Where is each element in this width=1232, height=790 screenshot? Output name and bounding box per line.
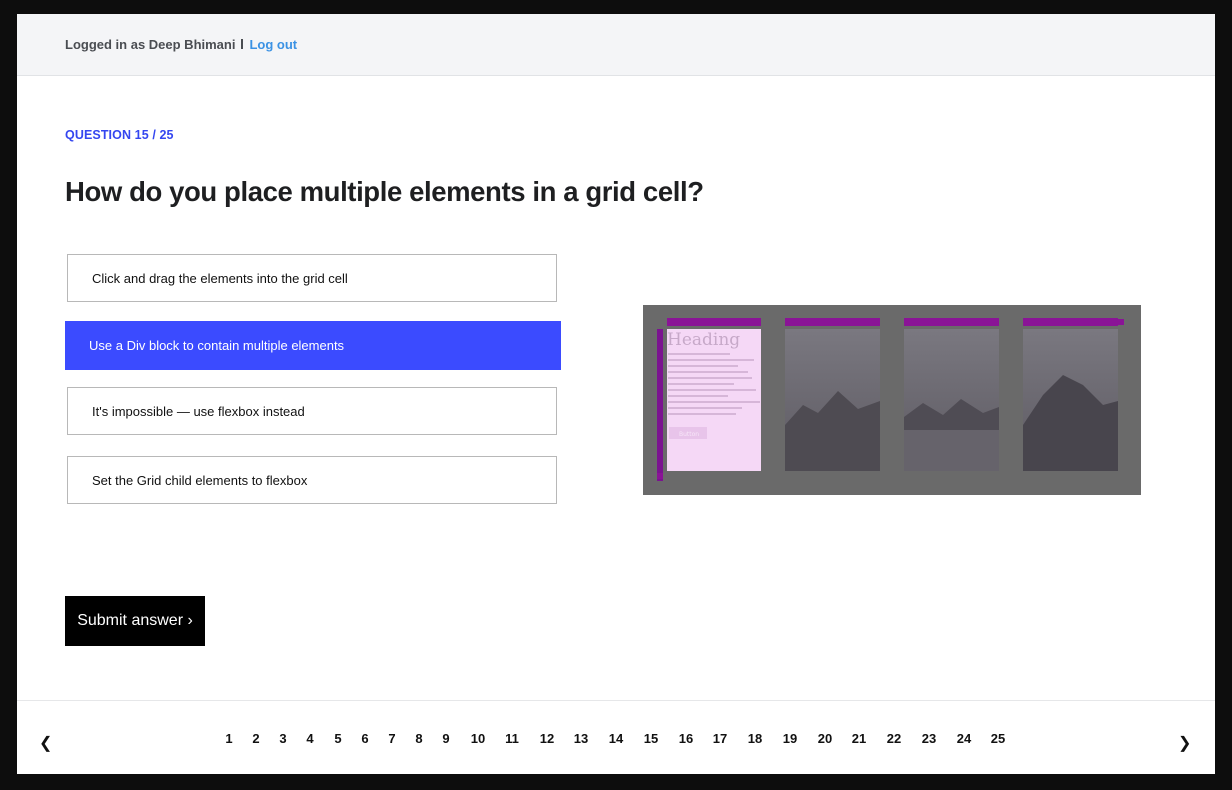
next-question-arrow-icon[interactable]: ❯ bbox=[1178, 733, 1191, 753]
top-bar: Logged in as Deep Bhimani Log out bbox=[17, 14, 1215, 76]
logout-link[interactable]: Log out bbox=[249, 37, 297, 52]
answer-option-label: It's impossible — use flexbox instead bbox=[92, 403, 305, 419]
page-number[interactable]: 22 bbox=[887, 731, 901, 746]
page-number[interactable]: 13 bbox=[574, 731, 588, 746]
page-number[interactable]: 24 bbox=[957, 731, 971, 746]
answer-option-4[interactable]: Set the Grid child elements to flexbox bbox=[67, 456, 557, 504]
page-number[interactable]: 25 bbox=[991, 731, 1005, 746]
question-counter: QUESTION 15 / 25 bbox=[65, 128, 174, 142]
grid-cell-div-block bbox=[667, 329, 761, 471]
page-number[interactable]: 11 bbox=[505, 731, 519, 746]
page-number[interactable]: 1 bbox=[225, 731, 232, 746]
grid-column-bar bbox=[785, 318, 880, 326]
page-number[interactable]: 20 bbox=[818, 731, 832, 746]
figure-heading: Heading bbox=[667, 330, 740, 350]
grid-column-bar bbox=[1023, 318, 1118, 326]
logged-in-text: Logged in as Deep Bhimani bbox=[65, 37, 236, 52]
answer-option-label: Set the Grid child elements to flexbox bbox=[92, 472, 308, 488]
page-number[interactable]: 17 bbox=[713, 731, 727, 746]
page-number[interactable]: 18 bbox=[748, 731, 762, 746]
figure-button-label: Button bbox=[679, 431, 699, 438]
pagination-bar: ❮ 1 2 3 4 5 6 7 8 9 10 11 12 13 14 15 16… bbox=[17, 700, 1215, 774]
answer-option-label: Use a Div block to contain multiple elem… bbox=[89, 338, 345, 353]
page-number[interactable]: 3 bbox=[279, 731, 286, 746]
page-number[interactable]: 6 bbox=[361, 731, 368, 746]
page-number[interactable]: 5 bbox=[334, 731, 341, 746]
page-number[interactable]: 23 bbox=[922, 731, 936, 746]
page-number-current[interactable]: 15 bbox=[644, 731, 658, 746]
page-number[interactable]: 2 bbox=[252, 731, 259, 746]
grid-column-bar bbox=[904, 318, 999, 326]
answer-option-1[interactable]: Click and drag the elements into the gri… bbox=[67, 254, 557, 302]
grid-row-rail bbox=[657, 329, 663, 481]
page-number[interactable]: 19 bbox=[783, 731, 797, 746]
page-number[interactable]: 12 bbox=[540, 731, 554, 746]
grid-column-bar bbox=[667, 318, 761, 326]
answer-option-2-selected[interactable]: Use a Div block to contain multiple elem… bbox=[65, 321, 561, 370]
page-number[interactable]: 9 bbox=[442, 731, 449, 746]
page-number[interactable]: 4 bbox=[306, 731, 313, 746]
answer-option-3[interactable]: It's impossible — use flexbox instead bbox=[67, 387, 557, 435]
submit-answer-button[interactable]: Submit answer › bbox=[65, 596, 205, 646]
question-figure: Heading Button bbox=[643, 305, 1141, 495]
prev-question-arrow-icon[interactable]: ❮ bbox=[39, 733, 52, 753]
page-number[interactable]: 7 bbox=[388, 731, 395, 746]
page-number[interactable]: 21 bbox=[852, 731, 866, 746]
page-number[interactable]: 14 bbox=[609, 731, 623, 746]
page-number[interactable]: 16 bbox=[679, 731, 693, 746]
question-title: How do you place multiple elements in a … bbox=[65, 176, 704, 207]
page-number[interactable]: 10 bbox=[471, 731, 485, 746]
grid-illustration: Heading Button bbox=[643, 305, 1141, 495]
answer-option-label: Click and drag the elements into the gri… bbox=[92, 270, 348, 286]
quiz-window: Logged in as Deep Bhimani Log out QUESTI… bbox=[17, 14, 1215, 774]
divider bbox=[241, 38, 244, 49]
page-number[interactable]: 8 bbox=[415, 731, 422, 746]
